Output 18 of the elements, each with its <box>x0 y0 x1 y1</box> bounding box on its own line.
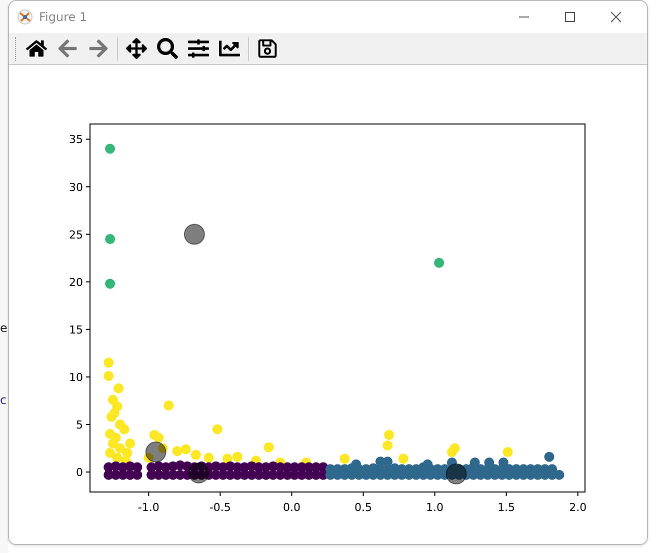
tick-label: -1.0 <box>138 501 160 514</box>
tick-label: 1.0 <box>426 501 444 514</box>
tick-label: 1.5 <box>498 501 516 514</box>
tick-label: 30 <box>69 180 83 194</box>
tick-label: 0.5 <box>354 501 372 514</box>
tick-label: 15 <box>69 323 83 336</box>
tick-label: 2.0 <box>569 501 587 514</box>
tick-label: 5 <box>76 418 83 432</box>
text-fragment: e <box>0 320 8 336</box>
tick-label: 35 <box>69 133 83 146</box>
link-text-fragment: c <box>0 392 8 408</box>
tick-label: 0 <box>76 466 83 480</box>
tick-label: 10 <box>69 370 83 384</box>
tick-label: 0.0 <box>282 501 300 514</box>
tick-label: -0.5 <box>209 501 231 514</box>
tick-label: 20 <box>69 276 83 289</box>
window-title: Figure 1 <box>39 9 88 26</box>
tick-label: 25 <box>69 228 83 242</box>
